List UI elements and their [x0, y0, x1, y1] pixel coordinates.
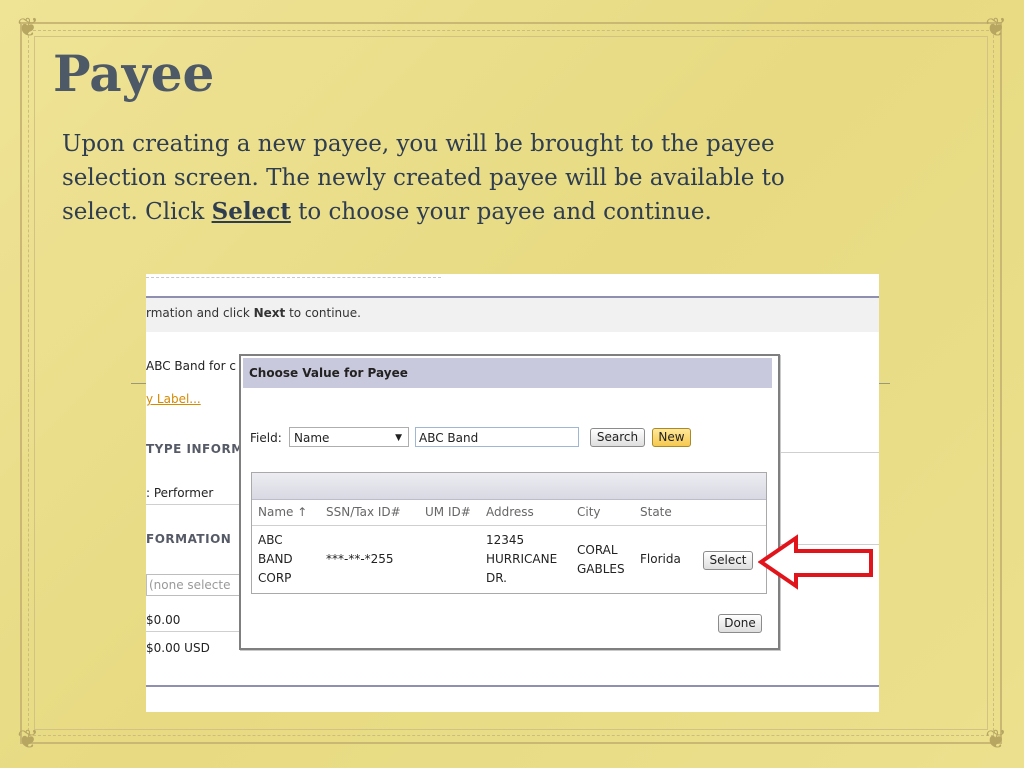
city-line: GABLES	[577, 562, 625, 576]
column-header-city[interactable]: City	[577, 505, 601, 519]
formation-section-header: FORMATION	[146, 532, 232, 546]
field-label: Field:	[250, 431, 282, 445]
slide-body-text: Upon creating a new payee, you will be b…	[62, 127, 862, 229]
search-input[interactable]: ABC Band	[415, 427, 579, 447]
address-line: 12345	[486, 533, 525, 547]
cell-state: Florida	[640, 552, 681, 566]
done-button[interactable]: Done	[718, 614, 762, 633]
payee-name-value: ABC Band for c	[146, 359, 236, 373]
column-header-umid[interactable]: UM ID#	[425, 505, 471, 519]
type-section-header: TYPE INFORM	[146, 442, 244, 456]
header-divider	[252, 525, 766, 526]
address-line: DR.	[486, 571, 507, 585]
label-link[interactable]: y Label...	[146, 392, 201, 406]
amount-usd-value: $0.00 USD	[146, 641, 210, 655]
column-header-name[interactable]: Name ↑	[258, 505, 307, 519]
corner-ornament-icon: ❦	[17, 13, 39, 43]
cell-ssn: ***-**-*255	[326, 552, 394, 566]
row-rule	[146, 504, 240, 505]
new-payee-button[interactable]: New	[652, 428, 691, 447]
instruction-next: Next	[253, 306, 286, 320]
embedded-screenshot: rmation and click Next to continue. ABC …	[146, 274, 879, 712]
dashed-divider	[146, 277, 441, 278]
body-text-part2: to choose your payee and continue.	[290, 199, 712, 225]
instruction-prefix: rmation and click	[146, 306, 254, 320]
divider-line	[878, 383, 890, 384]
results-table: Name ↑ SSN/Tax ID# UM ID# Address City S…	[251, 472, 767, 594]
corner-ornament-icon: ❦	[985, 725, 1007, 755]
arrow-left-icon	[758, 534, 873, 590]
corner-ornament-icon: ❦	[985, 13, 1007, 43]
type-value: : Performer	[146, 486, 214, 500]
name-line: BAND	[258, 552, 293, 566]
field-select-value: Name	[294, 431, 330, 445]
section-rule	[776, 452, 879, 453]
slide-title: Payee	[53, 44, 215, 103]
cell-address: 12345 HURRICANE DR.	[486, 531, 557, 588]
cell-name: ABC BAND CORP	[258, 531, 293, 588]
dialog-title: Choose Value for Payee	[243, 358, 772, 388]
divider-line	[131, 383, 147, 384]
column-header-state[interactable]: State	[640, 505, 672, 519]
chevron-down-icon: ▼	[395, 433, 402, 443]
amount-value: $0.00	[146, 613, 181, 627]
instruction-bar: rmation and click Next to continue.	[146, 298, 879, 332]
search-button[interactable]: Search	[590, 428, 645, 447]
column-header-address[interactable]: Address	[486, 505, 534, 519]
footer-rule	[146, 685, 879, 687]
instruction-suffix: to continue.	[285, 306, 361, 320]
body-text-select-emphasis: Select	[211, 198, 291, 225]
address-line: HURRICANE	[486, 552, 558, 566]
none-selected-field[interactable]: (none selecte	[146, 574, 240, 596]
column-header-ssn[interactable]: SSN/Tax ID#	[326, 505, 401, 519]
cell-city: CORAL GABLES	[577, 541, 625, 579]
corner-ornament-icon: ❦	[17, 725, 39, 755]
city-line: CORAL	[577, 543, 618, 557]
name-line: ABC	[258, 533, 283, 547]
name-line: CORP	[258, 571, 292, 585]
results-toolbar	[252, 473, 766, 500]
choose-payee-dialog: Choose Value for Payee Field: Name ▼ ABC…	[239, 354, 780, 650]
field-select[interactable]: Name ▼	[289, 427, 409, 447]
row-rule	[146, 631, 240, 632]
select-payee-button[interactable]: Select	[703, 551, 753, 570]
